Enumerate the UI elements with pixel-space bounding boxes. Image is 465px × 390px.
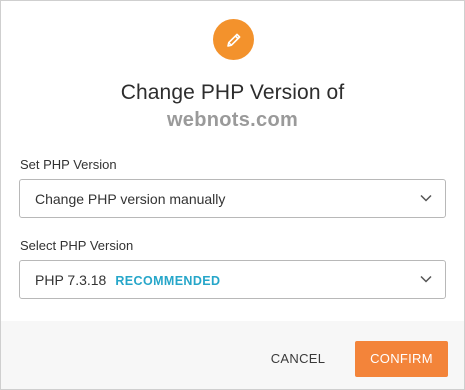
chevron-down-icon bbox=[420, 194, 432, 202]
dialog-footer: CANCEL CONFIRM bbox=[1, 321, 464, 389]
php-version-text: PHP 7.3.18 bbox=[35, 272, 107, 288]
chevron-down-icon bbox=[420, 275, 432, 283]
domain-name: webnots.com bbox=[166, 109, 299, 131]
set-php-version-label: Set PHP Version bbox=[20, 157, 117, 172]
dialog-title: Change PHP Version of bbox=[120, 81, 345, 104]
change-php-version-dialog: Change PHP Version of webnots.com Set PH… bbox=[0, 0, 465, 390]
cancel-button[interactable]: CANCEL bbox=[262, 343, 334, 375]
set-php-version-value: Change PHP version manually bbox=[35, 191, 226, 207]
set-php-version-select[interactable]: Change PHP version manually bbox=[19, 179, 446, 218]
select-php-version-label: Select PHP Version bbox=[20, 238, 134, 253]
pencil-icon bbox=[213, 19, 254, 60]
recommended-badge: RECOMMENDED bbox=[115, 274, 221, 288]
select-php-version-value: PHP 7.3.18 RECOMMENDED bbox=[35, 272, 220, 288]
select-php-version-select[interactable]: PHP 7.3.18 RECOMMENDED bbox=[19, 260, 446, 299]
confirm-button[interactable]: CONFIRM bbox=[355, 341, 448, 377]
